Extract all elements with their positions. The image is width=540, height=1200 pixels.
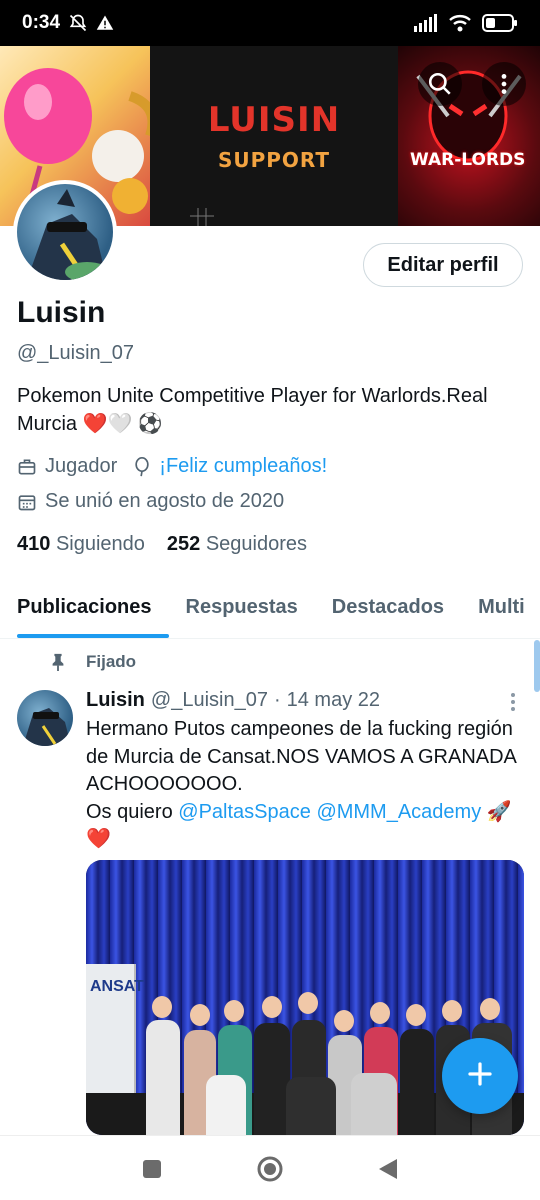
tab-multimedia[interactable]: Multi: [461, 582, 540, 638]
warlords-logo-text: WAR-LORDS: [410, 150, 526, 170]
back-button[interactable]: [373, 1154, 403, 1184]
android-nav-bar: [0, 1135, 540, 1200]
tab-destacados[interactable]: Destacados: [315, 582, 461, 638]
balloon-icon: [133, 456, 151, 477]
plus-icon: [465, 1059, 495, 1094]
tweet-text-suffix: 🚀: [481, 800, 512, 823]
notifications-muted-icon: [68, 13, 88, 33]
following-link[interactable]: 410 Siguiendo: [17, 533, 145, 556]
edit-profile-button[interactable]: Editar perfil: [363, 243, 523, 287]
display-name: Luisin: [17, 296, 106, 329]
profile-meta-row: Jugador ¡Feliz cumpleaños!: [17, 455, 327, 478]
tab-publicaciones[interactable]: Publicaciones: [0, 582, 169, 638]
battery-icon: [482, 13, 518, 33]
tweet-text-prefix: Os quiero: [86, 800, 179, 823]
profile-bio: Pokemon Unite Competitive Player for War…: [17, 385, 488, 435]
mention-link[interactable]: @MMM_Academy: [316, 801, 481, 823]
cansat-banner: ANSAT: [86, 964, 144, 1114]
active-tab-indicator: [17, 634, 169, 638]
banner-subtitle: SUPPORT: [217, 148, 331, 172]
clock: 0:34: [22, 12, 61, 33]
tweet-date[interactable]: 14 may 22: [287, 689, 380, 712]
pinned-indicator: Fijado: [50, 652, 136, 672]
birthday-link[interactable]: ¡Feliz cumpleaños!: [159, 455, 327, 478]
crosshair-mark: [190, 208, 214, 226]
tweet-header: Luisin @_Luisin_07 · 14 may 22: [86, 689, 380, 712]
occupation-label: Jugador: [45, 455, 118, 477]
compose-button[interactable]: [442, 1038, 518, 1114]
pinned-label: Fijado: [86, 652, 137, 671]
signal-icon: [414, 14, 438, 32]
tweet-separator: ·: [273, 689, 281, 711]
home-button[interactable]: [255, 1154, 285, 1184]
tab-label: Publicaciones: [17, 596, 152, 618]
joined-date: Se unió en agosto de 2020: [45, 490, 285, 512]
search-icon[interactable]: [418, 62, 462, 106]
scrollbar[interactable]: [534, 640, 540, 692]
tweet-text-line3: ❤️: [86, 828, 111, 850]
profile-avatar[interactable]: [13, 180, 117, 284]
pin-icon: [50, 653, 66, 671]
mention-link[interactable]: @PaltasSpace: [178, 801, 311, 823]
tweet-more-icon[interactable]: [505, 690, 521, 714]
tab-label: Respuestas: [185, 596, 298, 618]
warning-icon: [96, 14, 114, 32]
tab-respuestas[interactable]: Respuestas: [169, 582, 315, 638]
joined-row: Se unió en agosto de 2020: [17, 490, 284, 513]
profile-tabs: Publicaciones Respuestas Destacados Mult…: [0, 582, 540, 639]
followers-count: 252: [166, 533, 201, 555]
tweet-author-name[interactable]: Luisin: [86, 689, 145, 712]
banner-title: LUISIN: [207, 100, 341, 140]
tweet-avatar[interactable]: [17, 690, 73, 746]
tab-label: Multi: [478, 596, 525, 618]
tab-label: Destacados: [331, 596, 445, 618]
status-bar: 0:34: [0, 0, 540, 46]
tweet-text-line2: Os quiero @PaltasSpace @MMM_Academy 🚀: [86, 799, 526, 827]
user-handle: @_Luisin_07: [17, 342, 135, 364]
followers-link[interactable]: 252 Seguidores: [167, 533, 307, 556]
following-count: 410: [17, 533, 51, 555]
followers-label: Seguidores: [205, 533, 308, 555]
tweet-author-handle[interactable]: @_Luisin_07: [151, 689, 268, 712]
calendar-icon: [17, 492, 37, 512]
briefcase-icon: [17, 457, 37, 477]
follow-stats: 410 Siguiendo 252 Seguidores: [17, 533, 307, 556]
recents-button[interactable]: [137, 1154, 167, 1184]
tweet-text: Hermano Putos campeones de la fucking re…: [86, 716, 526, 854]
more-options-icon[interactable]: [482, 62, 526, 106]
tweet-text-body: Hermano Putos campeones de la fucking re…: [86, 718, 516, 795]
following-label: Siguiendo: [55, 533, 145, 555]
wifi-icon: [448, 13, 472, 33]
banner-text-panel: LUISIN SUPPORT: [150, 46, 398, 226]
